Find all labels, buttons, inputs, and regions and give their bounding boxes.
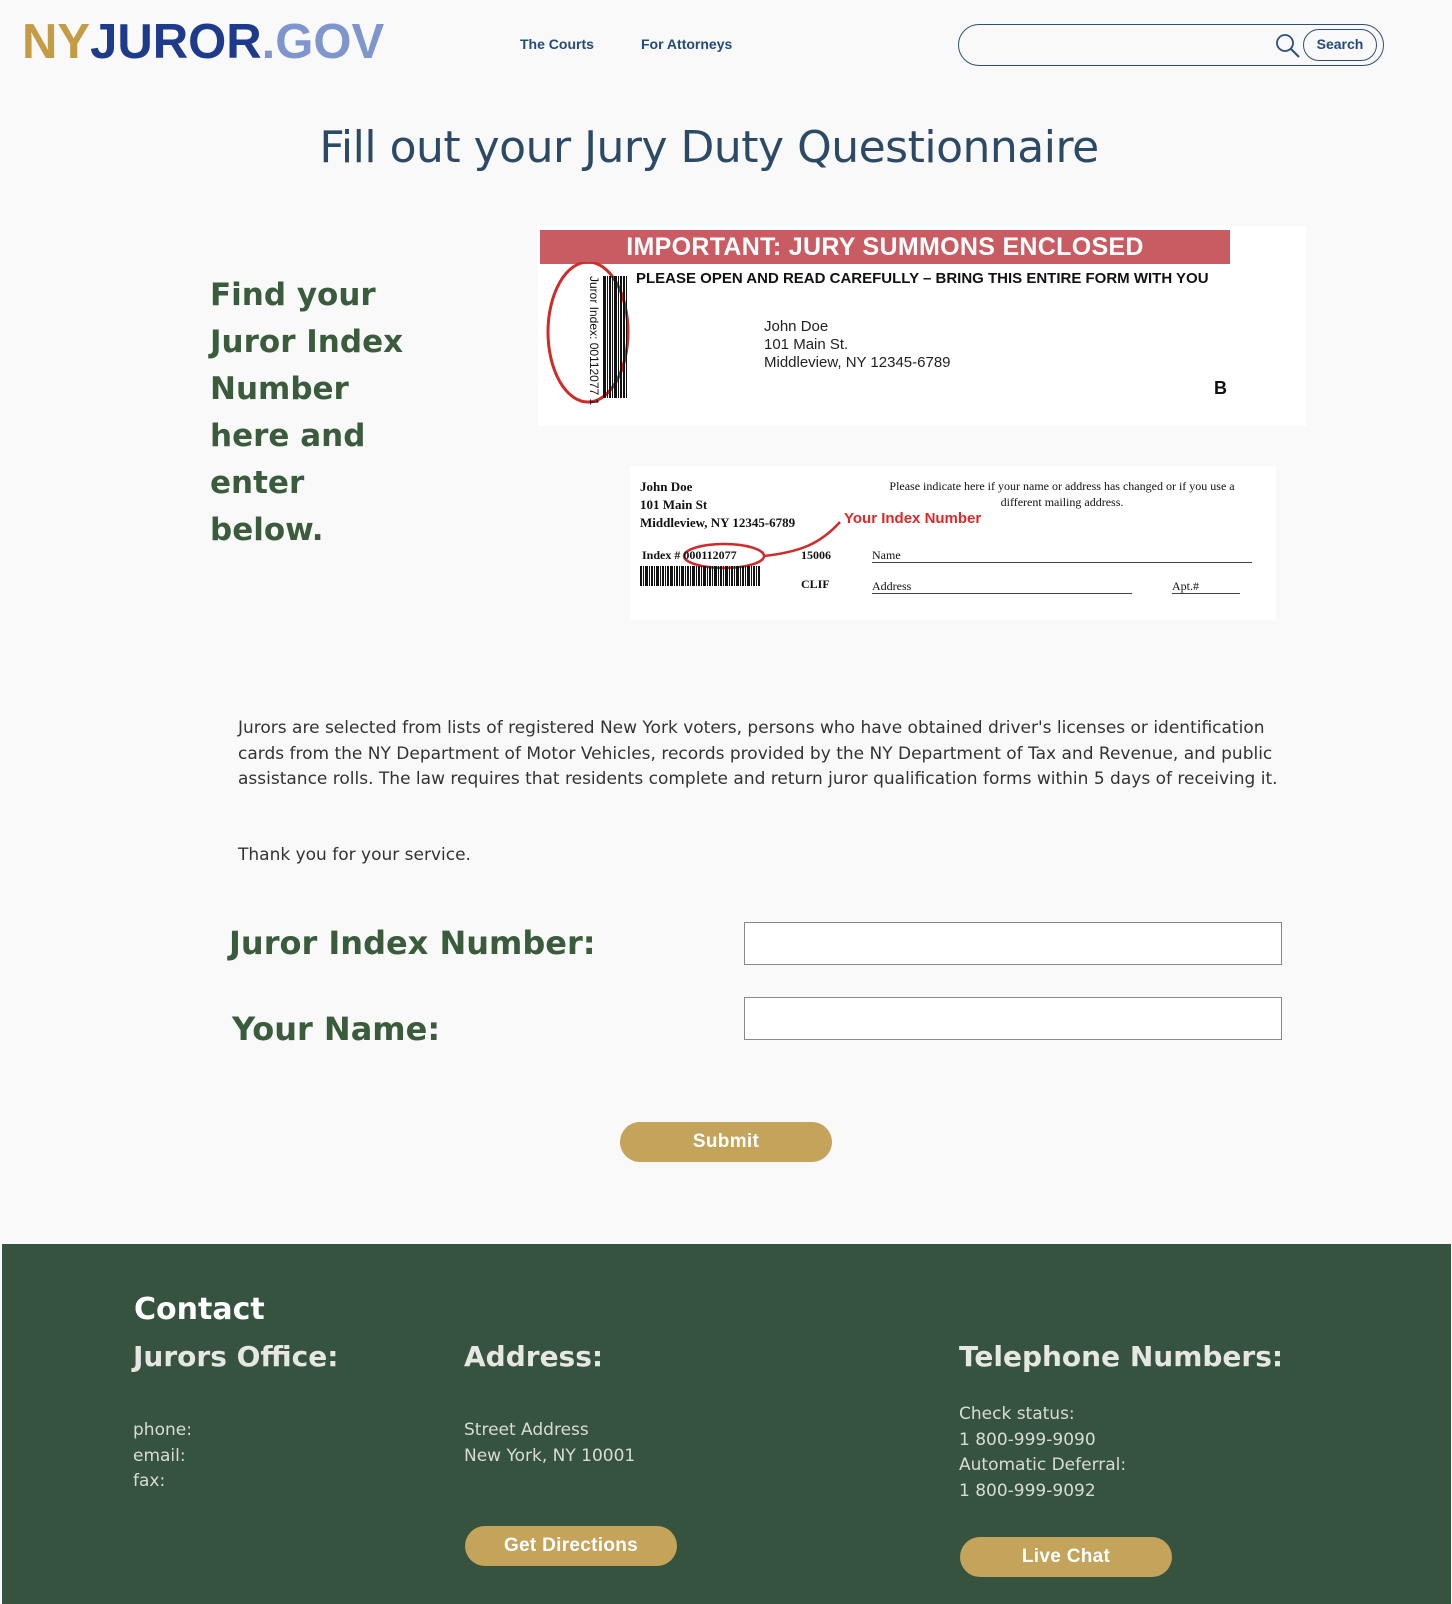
office-address: Street Address New York, NY 10001 xyxy=(464,1418,635,1469)
footer-contact-title: Contact xyxy=(134,1292,265,1327)
page-title: Fill out your Jury Duty Questionnaire xyxy=(319,122,1099,173)
find-index-instructions: Find your Juror Index Number here and en… xyxy=(210,272,440,554)
juror-index-input[interactable] xyxy=(744,922,1282,965)
address-line: 101 Main St. xyxy=(764,336,849,353)
check-status-label: Check status: xyxy=(959,1404,1075,1424)
site-header: NYJUROR.GOV The Courts For Attorneys Sea… xyxy=(0,0,1452,100)
city-state-zip: New York, NY 10001 xyxy=(464,1445,636,1466)
search-bar: Search xyxy=(958,24,1384,66)
instruction-line: here and xyxy=(210,418,366,454)
office-phone-label: phone: xyxy=(133,1420,192,1440)
instruction-line: Number xyxy=(210,371,349,407)
office-email-label: email: xyxy=(133,1445,186,1466)
office-fax-label: fax: xyxy=(133,1471,166,1491)
automatic-deferral-number[interactable]: 1 800-999-9092 xyxy=(959,1479,1126,1505)
return-address: John Doe 101 Main St Middleview, NY 1234… xyxy=(640,478,795,532)
logo-ny: NY xyxy=(22,15,91,69)
telephone-heading: Telephone Numbers: xyxy=(959,1340,1284,1373)
nav-for-attorneys[interactable]: For Attorneys xyxy=(641,36,732,52)
address-line: Middleview, NY 12345-6789 xyxy=(764,354,951,371)
index-callout-label: Your Index Number xyxy=(844,510,982,527)
site-logo[interactable]: NYJUROR.GOV xyxy=(22,14,384,70)
apt-change-field: Apt.# xyxy=(1172,579,1240,594)
index-number-line: Index # 000112077 xyxy=(642,548,737,563)
address-heading: Address: xyxy=(464,1340,604,1373)
instruction-line: enter xyxy=(210,465,305,501)
name-change-field: Name xyxy=(872,548,1252,563)
site-footer: Contact Jurors Office: phone: email: fax… xyxy=(2,1244,1451,1604)
barcode-highlight-icon: Juror Index: 00112077 1 xyxy=(546,262,630,406)
jurors-office-details: phone: email: fax: xyxy=(133,1418,192,1495)
automatic-deferral-label: Automatic Deferral: xyxy=(959,1455,1127,1475)
nav-the-courts[interactable]: The Courts xyxy=(520,36,594,52)
summons-banner: IMPORTANT: JURY SUMMONS ENCLOSED xyxy=(540,230,1230,264)
summons-address: John Doe 101 Main St. Middleview, NY 123… xyxy=(764,318,951,372)
telephone-numbers: Check status: 1 800-999-9090 Automatic D… xyxy=(959,1402,1126,1504)
address-line: John Doe xyxy=(640,479,693,494)
index-label: Index # xyxy=(642,548,681,562)
address-line: 101 Main St xyxy=(640,497,708,512)
get-directions-button[interactable]: Get Directions xyxy=(465,1526,677,1566)
address-line: John Doe xyxy=(764,318,829,335)
juror-index-label: Juror Index Number: xyxy=(229,924,596,962)
instruction-line: Juror Index xyxy=(210,324,404,360)
your-name-label: Your Name: xyxy=(232,1010,441,1048)
instruction-line: Find your xyxy=(210,277,376,313)
summons-envelope-image: IMPORTANT: JURY SUMMONS ENCLOSED PLEASE … xyxy=(538,226,1306,426)
live-chat-button[interactable]: Live Chat xyxy=(960,1537,1172,1577)
search-button[interactable]: Search xyxy=(1303,29,1377,61)
logo-juror: JUROR xyxy=(90,15,262,69)
your-name-input[interactable] xyxy=(744,997,1282,1040)
search-input[interactable] xyxy=(973,33,1233,57)
logo-gov: .GOV xyxy=(261,15,385,69)
address-change-notice: Please indicate here if your name or add… xyxy=(889,479,1235,509)
submit-button[interactable]: Submit xyxy=(620,1122,832,1162)
instruction-line: below. xyxy=(210,512,324,548)
address-line: Middleview, NY 12345-6789 xyxy=(640,515,796,530)
card-code: CLIF xyxy=(801,577,830,591)
card-code: 15006 xyxy=(801,548,831,562)
juror-selection-description: Jurors are selected from lists of regist… xyxy=(238,718,1278,790)
summons-code: B xyxy=(1214,378,1227,398)
summons-subheading: PLEASE OPEN AND READ CAREFULLY – BRING T… xyxy=(636,270,1209,287)
return-card-image: John Doe 101 Main St Middleview, NY 1234… xyxy=(630,466,1276,620)
search-icon[interactable] xyxy=(1275,33,1301,59)
jurors-office-heading: Jurors Office: xyxy=(133,1340,339,1373)
address-change-field: Address xyxy=(872,579,1132,594)
index-value: 000112077 xyxy=(683,548,737,562)
thank-you-text: Thank you for your service. xyxy=(238,845,471,865)
check-status-number[interactable]: 1 800-999-9090 xyxy=(959,1428,1126,1454)
barcode-label: Juror Index: 00112077 1 xyxy=(587,276,601,406)
street-address: Street Address xyxy=(464,1420,589,1440)
